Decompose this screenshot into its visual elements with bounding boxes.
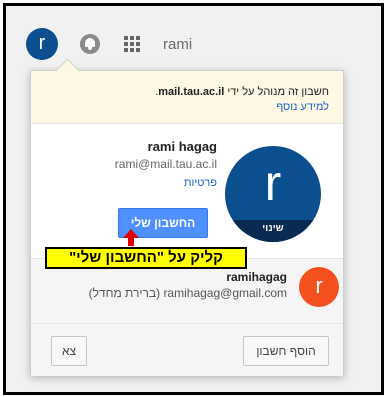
managed-text-prefix: חשבון זה מנוהל על ידי [224, 86, 329, 98]
apps-grid-icon[interactable] [124, 36, 140, 52]
privacy-link[interactable]: פרטיות [184, 177, 217, 189]
managed-domain: mail.tau.ac.il [158, 86, 225, 98]
add-account-button[interactable]: הוסף חשבון [243, 336, 329, 366]
learn-more-link[interactable]: למידע נוסף [276, 101, 329, 113]
change-photo-label[interactable]: שינוי [225, 220, 321, 242]
managed-account-notice: חשבון זה מנוהל על ידי mail.tau.ac.il. למ… [31, 71, 343, 124]
account-avatar-button[interactable]: r [26, 28, 58, 60]
bell-clapper [88, 47, 92, 50]
other-account-name: ramihagag [226, 270, 287, 284]
instruction-annotation: קליק על "החשבון שלי" [45, 247, 247, 269]
account-dropdown: חשבון זה מנוהל על ידי mail.tau.ac.il. למ… [30, 58, 344, 376]
red-arrow-icon [123, 229, 139, 247]
bell-shape [85, 38, 95, 47]
sign-out-button[interactable]: צא [51, 336, 87, 366]
managed-text: חשבון זה מנוהל על ידי mail.tau.ac.il. [155, 86, 329, 98]
profile-letter: r [264, 155, 282, 211]
profile-photo[interactable]: r שינוי [225, 146, 321, 242]
top-username: rami [163, 36, 193, 53]
account-name: rami hagag [147, 139, 217, 154]
screenshot-frame: r rami חשבון זה מנוהל על ידי mail.tau.ac… [3, 3, 384, 395]
arrow-shaft [128, 237, 134, 246]
account-email: rami@mail.tau.ac.il [114, 157, 217, 171]
other-account-avatar: r [299, 267, 339, 307]
dropdown-footer: צא הוסף חשבון [31, 323, 343, 376]
other-account-email: ramihagag@gmail.com (ברירת מחדל) [88, 286, 287, 300]
notifications-icon[interactable] [80, 34, 100, 54]
